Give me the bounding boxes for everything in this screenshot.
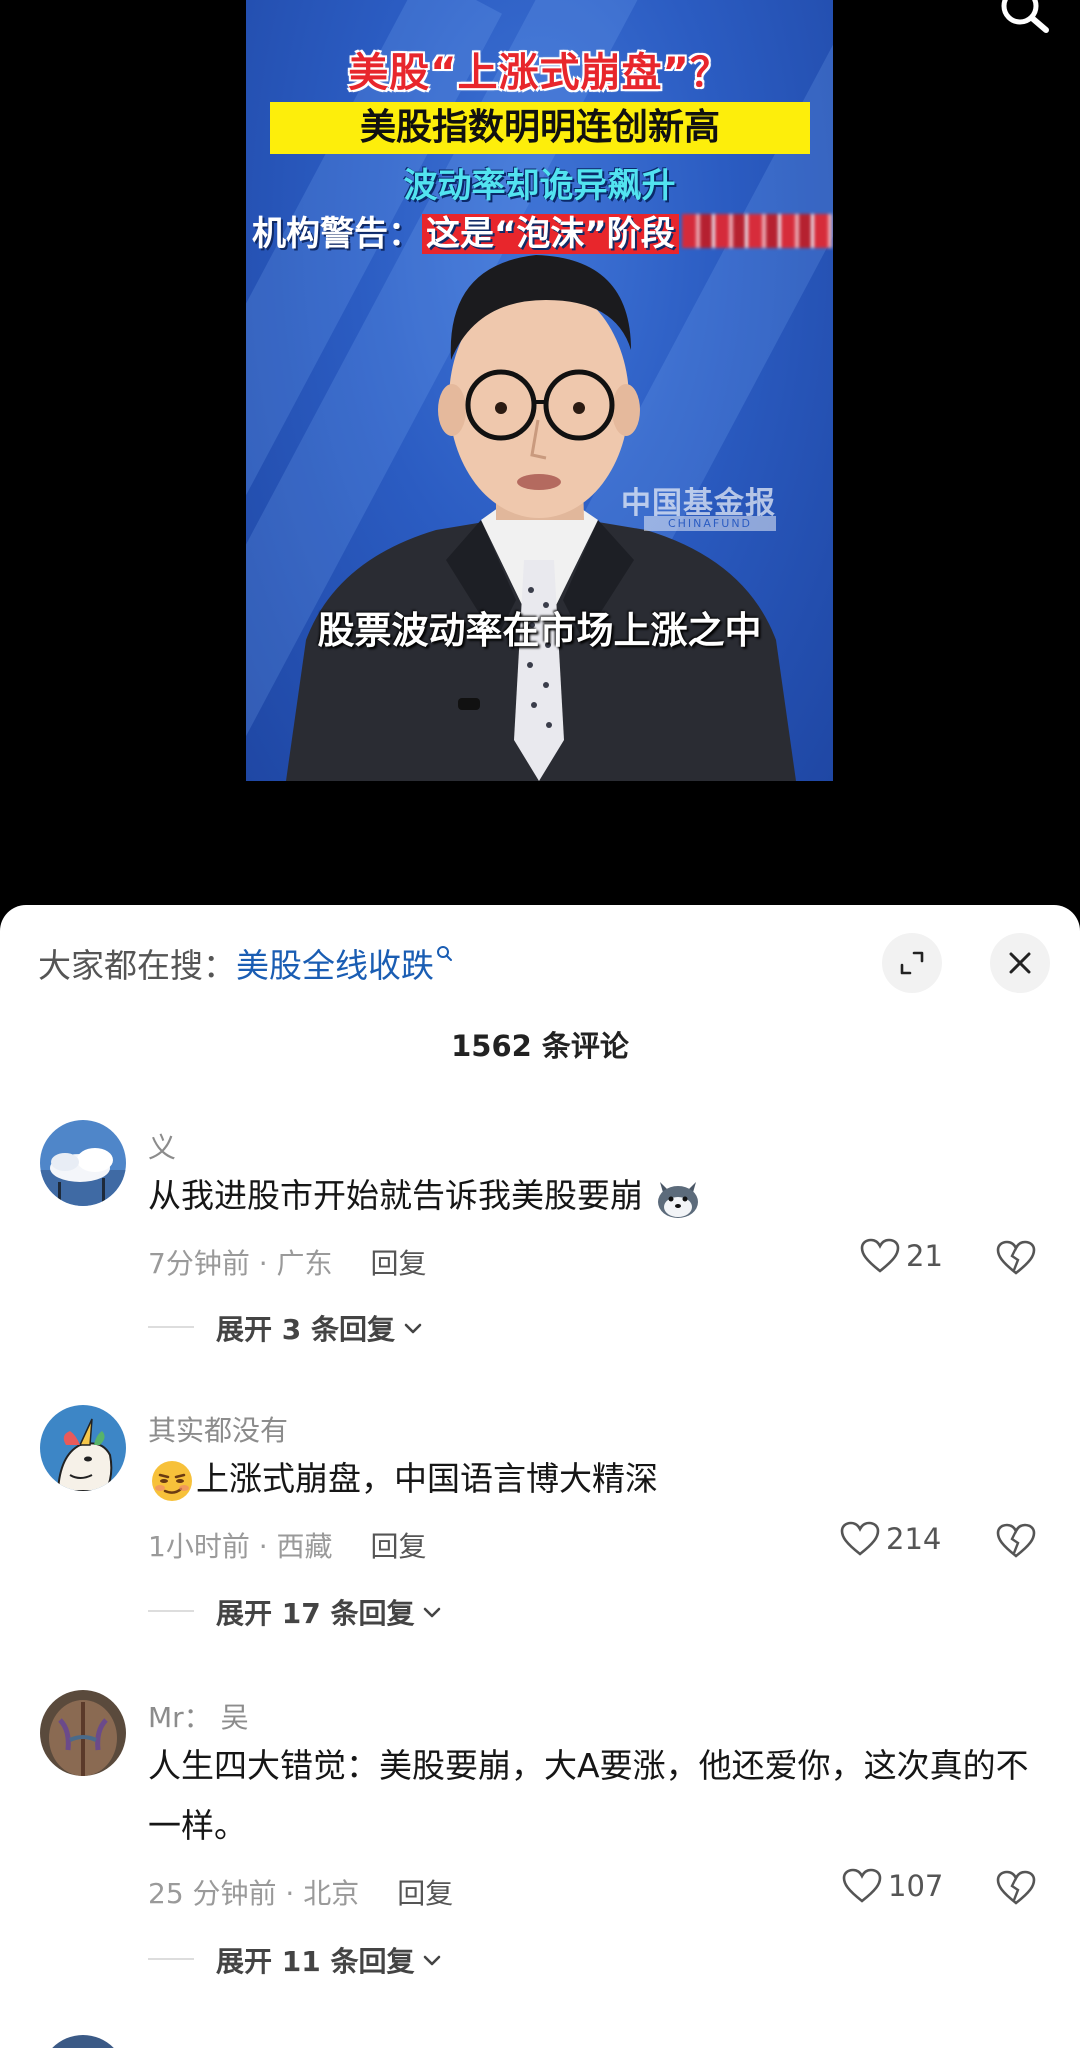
watermark-sub: CHINAFUND xyxy=(644,516,776,531)
video-headline-4: 机构警告： 这是“泡沫”阶段 xyxy=(252,206,679,255)
expand-replies-button[interactable]: 展开 17 条回复 xyxy=(216,1592,444,1632)
like-count: 107 xyxy=(888,1869,944,1903)
comment-item: Mr： 吴 人生四大错觉：美股要崩，大A要涨，他还爱你，这次真的不一样。 25 … xyxy=(0,1690,1080,1990)
avatar[interactable] xyxy=(40,1120,126,1206)
comment-time-location: 7分钟前 · 广东 xyxy=(148,1247,333,1280)
comment-meta: 25 分钟前 · 北京 回复 xyxy=(148,1872,453,1912)
headline4-prefix: 机构警告： xyxy=(252,214,422,254)
expand-replies-button[interactable]: 展开 11 条回复 xyxy=(216,1940,444,1980)
close-button[interactable] xyxy=(990,933,1050,993)
comment-item: 其实都没有 上涨式崩盘，中国语言博大精深 1小时前 · 西藏 回复 214 展开… xyxy=(0,1405,1080,1645)
trending-prefix: 大家都在搜： xyxy=(38,946,236,985)
like-button[interactable]: 214 xyxy=(840,1521,941,1557)
comment-meta: 7分钟前 · 广东 回复 xyxy=(148,1242,427,1282)
video-headline-1: 美股“上涨式崩盘”？ xyxy=(348,50,731,96)
like-button[interactable]: 21 xyxy=(860,1238,943,1274)
video-subtitle: 股票波动率在市场上涨之中 xyxy=(317,609,762,652)
search-icon[interactable] xyxy=(996,0,1056,40)
comment-time-location: 25 分钟前 · 北京 xyxy=(148,1877,360,1910)
divider xyxy=(148,1326,194,1328)
expand-button[interactable] xyxy=(882,933,942,993)
trending-search[interactable]: 大家都在搜：美股全线收跌 xyxy=(38,941,454,991)
like-button[interactable]: 107 xyxy=(842,1868,943,1904)
avatar[interactable] xyxy=(40,2035,126,2048)
comment-item: 义 从我进股市开始就告诉我美股要崩 7分钟前 · 广东 回复 21 展开 3 条… xyxy=(0,1120,1080,1360)
trending-link[interactable]: 美股全线收跌 xyxy=(236,946,434,985)
blurred-text xyxy=(682,214,832,248)
husky-emoji-icon xyxy=(657,1181,698,1218)
reply-button[interactable]: 回复 xyxy=(371,1247,427,1280)
chevron-down-icon xyxy=(424,1607,441,1618)
video-headline-3: 波动率却诡异飙升 xyxy=(403,166,676,206)
broken-heart-icon[interactable] xyxy=(996,1523,1036,1559)
heart-icon xyxy=(842,1868,882,1903)
video-headline-2: 美股指数明明连创新高 xyxy=(270,102,810,154)
comment-sheet: 大家都在搜：美股全线收跌 1562 条评论 义 从我进股市开始就告诉我美股要崩 … xyxy=(0,905,1080,2048)
comment-username[interactable]: Mr： 吴 xyxy=(148,1696,249,1736)
reply-button[interactable]: 回复 xyxy=(397,1877,453,1910)
avatar[interactable] xyxy=(40,1690,126,1776)
search-icon xyxy=(437,946,452,961)
expand-replies-label: 展开 17 条回复 xyxy=(216,1597,415,1630)
like-count: 21 xyxy=(906,1239,943,1273)
expand-replies-button[interactable]: 展开 3 条回复 xyxy=(216,1308,425,1348)
expand-replies-label: 展开 3 条回复 xyxy=(216,1313,395,1346)
video-frame[interactable]: 美股“上涨式崩盘”？ 美股指数明明连创新高 波动率却诡异飙升 机构警告： 这是“泡… xyxy=(246,0,833,781)
headline4-highlight: 这是“泡沫”阶段 xyxy=(422,214,679,254)
reply-button[interactable]: 回复 xyxy=(371,1530,427,1563)
comment-username[interactable]: 其实都没有 xyxy=(148,1409,288,1449)
comment-body: 上涨式崩盘，中国语言博大精深 xyxy=(196,1459,658,1498)
divider xyxy=(148,1610,194,1612)
like-count: 214 xyxy=(886,1522,942,1556)
smirk-emoji-icon xyxy=(152,1460,192,1501)
close-icon xyxy=(1009,952,1031,974)
chevron-down-icon xyxy=(424,1955,441,1966)
expand-replies-label: 展开 11 条回复 xyxy=(216,1945,415,1978)
avatar[interactable] xyxy=(40,1405,126,1491)
comment-text: 上涨式崩盘，中国语言博大精深 xyxy=(148,1449,1048,1509)
broken-heart-icon[interactable] xyxy=(996,1870,1036,1906)
comment-count-title: 1562 条评论 xyxy=(451,1029,629,1063)
chevron-down-icon xyxy=(404,1323,422,1334)
heart-icon xyxy=(840,1521,880,1556)
comment-meta: 1小时前 · 西藏 回复 xyxy=(148,1525,427,1565)
comment-body: 从我进股市开始就告诉我美股要崩 xyxy=(148,1176,643,1215)
comment-text: 从我进股市开始就告诉我美股要崩 xyxy=(148,1166,1048,1226)
broken-heart-icon[interactable] xyxy=(996,1240,1036,1276)
video-player[interactable]: 美股“上涨式崩盘”？ 美股指数明明连创新高 波动率却诡异飙升 机构警告： 这是“泡… xyxy=(0,0,1080,905)
expand-icon xyxy=(900,951,924,975)
heart-icon xyxy=(860,1238,900,1273)
comment-text: 人生四大错觉：美股要崩，大A要涨，他还爱你，这次真的不一样。 xyxy=(148,1746,1029,1845)
divider xyxy=(148,1958,194,1960)
comment-username[interactable]: 义 xyxy=(148,1126,176,1166)
comment-time-location: 1小时前 · 西藏 xyxy=(148,1530,333,1563)
